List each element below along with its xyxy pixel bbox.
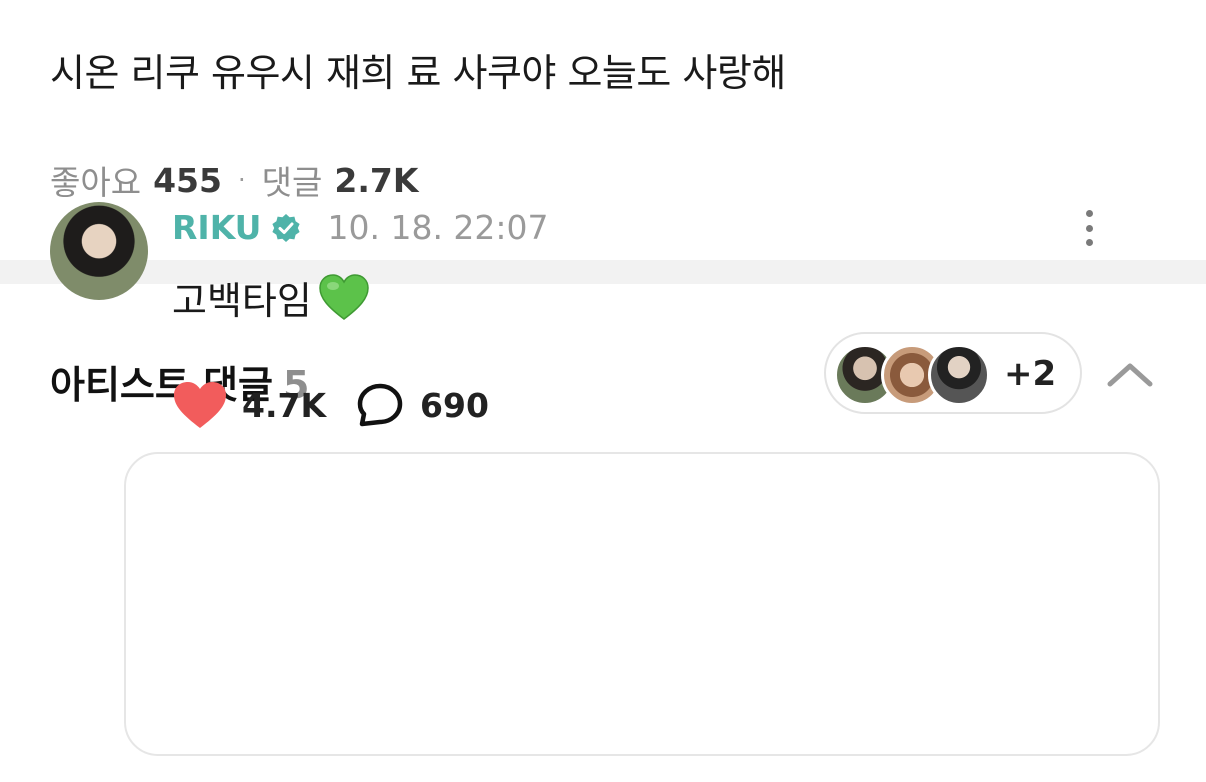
more-vertical-icon[interactable] bbox=[1074, 206, 1104, 250]
artist-avatar bbox=[928, 344, 990, 406]
likes-count[interactable]: 455 bbox=[153, 161, 222, 200]
collapse-button[interactable] bbox=[1104, 356, 1156, 392]
more-artists-count: +2 bbox=[1004, 354, 1057, 394]
stats-separator: · bbox=[237, 166, 246, 194]
post-body-text: 시온 리쿠 유우시 재희 료 사쿠야 오늘도 사랑해 bbox=[50, 51, 786, 95]
comments-label[interactable]: 댓글 bbox=[262, 156, 323, 204]
comment-text: 고백타임 bbox=[172, 279, 312, 323]
comment-body: 고백타임 bbox=[172, 270, 370, 325]
dot bbox=[1085, 224, 1093, 232]
dot bbox=[1085, 239, 1093, 246]
likes-label[interactable]: 좋아요 bbox=[50, 156, 141, 204]
comment-author-avatar[interactable] bbox=[50, 202, 148, 300]
speech-bubble-icon[interactable] bbox=[356, 382, 404, 428]
chevron-up-icon bbox=[1107, 363, 1153, 387]
artist-avatar-group[interactable]: +2 bbox=[824, 332, 1082, 414]
comment-author-name[interactable]: RIKU bbox=[172, 208, 261, 247]
comments-count[interactable]: 2.7K bbox=[334, 161, 418, 200]
post-stats: 좋아요 455 · 댓글 2.7K bbox=[50, 156, 418, 204]
green-heart-emoji bbox=[318, 273, 370, 323]
comment-actions: 4.7K 690 bbox=[172, 380, 489, 430]
artist-comments-section: 아티스트 댓글 5 +2 bbox=[0, 284, 1206, 782]
artist-comment-card bbox=[124, 452, 1160, 756]
heart-icon[interactable] bbox=[172, 380, 228, 430]
verified-badge-icon bbox=[271, 213, 301, 243]
comment-timestamp: 10. 18. 22:07 bbox=[327, 208, 549, 247]
dot bbox=[1085, 210, 1093, 217]
reply-count: 690 bbox=[420, 385, 489, 425]
like-count: 4.7K bbox=[242, 385, 327, 425]
comment-header: RIKU 10. 18. 22:07 bbox=[172, 208, 549, 247]
